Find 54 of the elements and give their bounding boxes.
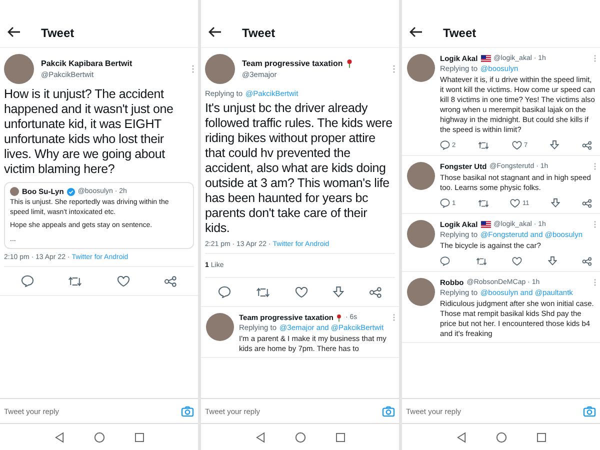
retweet-icon[interactable] [478,140,490,150]
reply-icon[interactable] [21,275,34,287]
share-icon[interactable] [582,198,592,208]
heart-icon[interactable] [512,140,522,150]
camera-icon[interactable] [583,406,596,416]
home-nav-icon[interactable] [294,432,306,442]
reply-icon[interactable] [218,286,231,298]
back-nav-icon[interactable] [54,432,64,442]
camera-icon[interactable] [382,406,395,416]
share-icon[interactable] [164,276,177,286]
reply-icon[interactable] [440,256,450,266]
avatar[interactable] [407,278,435,306]
recents-nav-icon[interactable] [336,432,344,442]
heart-icon[interactable] [510,198,520,208]
reply-icon[interactable] [440,198,450,208]
download-arrow-icon[interactable] [551,198,560,208]
avatar[interactable] [4,54,34,84]
back-nav-icon[interactable] [256,432,264,442]
avatar[interactable] [407,54,435,82]
heart-icon[interactable] [294,286,308,298]
avatar [10,187,19,196]
home-nav-icon[interactable] [496,432,506,442]
heart-icon[interactable] [512,256,522,266]
back-arrow-icon[interactable] [409,26,423,38]
avatar[interactable] [407,162,435,190]
retweet-icon[interactable] [256,286,270,298]
tweet-text: It's unjust bc the driver already followed traffic rules. The kids were riding bikes without proper attire that could hv prevented the accident, also what are kids doing outside at 3 am? This woman's life has been haunted for years bc parents don't take care of their kids. [205,101,394,236]
author-name: Pakcik Kapibara Bertwit [41,59,132,68]
recents-nav-icon[interactable] [536,432,546,442]
back-arrow-icon[interactable] [208,26,222,38]
retweet-icon[interactable] [68,276,82,286]
share-icon[interactable] [582,256,592,266]
share-icon[interactable] [369,286,382,298]
download-arrow-icon[interactable] [550,140,560,150]
page-title: Tweet [41,26,74,40]
avatar[interactable] [205,54,235,84]
download-arrow-icon[interactable] [333,286,344,298]
page-title: Tweet [242,26,276,40]
avatar[interactable] [407,220,435,248]
tweet-text: How is it unjust? The accident happened and it wasn't just one unfortunate kid, it was EIGHT unfortunate kids who lost their lives. Why are we going about victim blaming here? [4,87,174,177]
share-icon[interactable] [582,140,592,150]
recents-nav-icon[interactable] [134,432,144,442]
avatar[interactable] [206,313,234,341]
download-arrow-icon[interactable] [548,256,556,266]
reply-icon[interactable] [440,140,450,150]
page-title: Tweet [443,26,476,40]
retweet-icon[interactable] [478,198,489,208]
retweet-icon[interactable] [476,256,486,266]
back-arrow-icon[interactable] [7,26,21,38]
home-nav-icon[interactable] [94,432,104,442]
back-nav-icon[interactable] [456,432,466,442]
camera-icon[interactable] [181,406,194,416]
heart-icon[interactable] [116,276,130,286]
author-name: Team progressive taxation [242,59,343,68]
